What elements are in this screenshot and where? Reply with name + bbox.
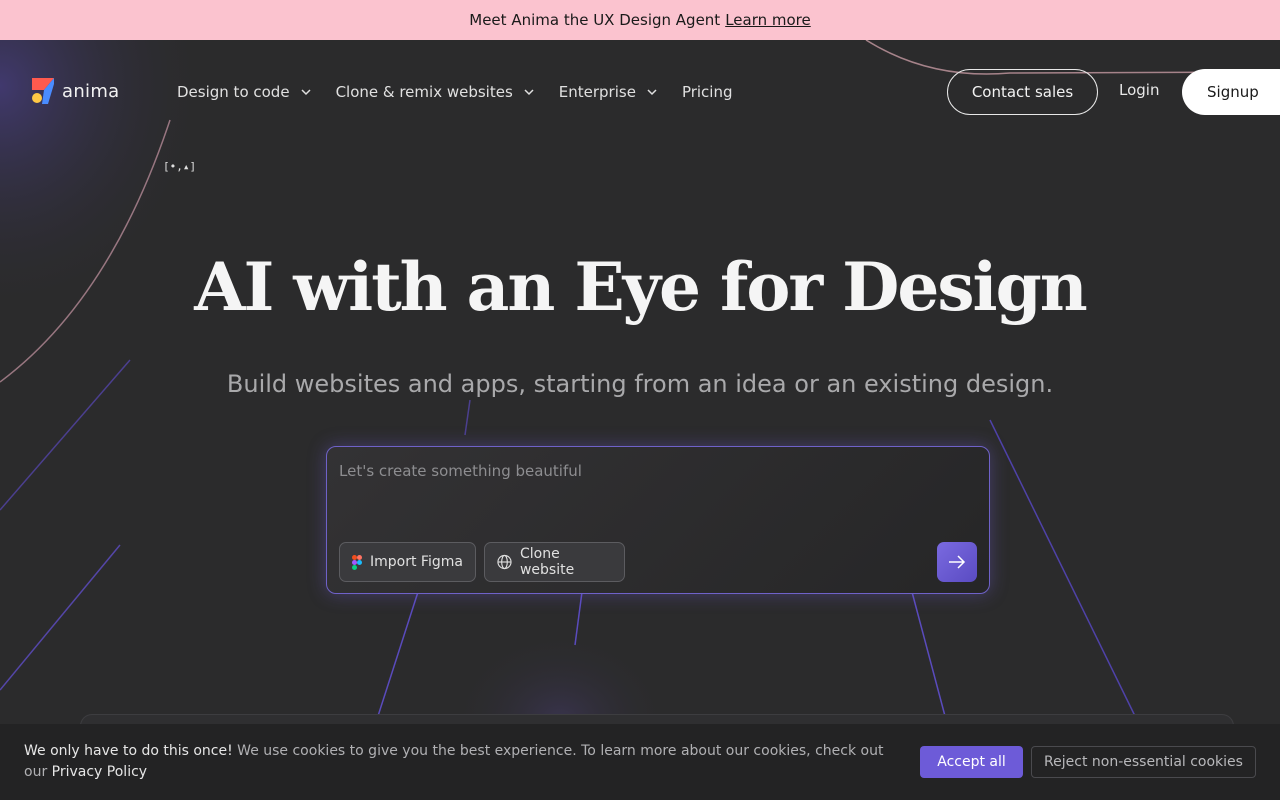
globe-icon [497,554,512,570]
signup-button[interactable]: Signup [1182,69,1280,115]
cookie-message: We only have to do this once! We use coo… [24,741,894,783]
top-navigation: anima Design to code Clone & remix websi… [0,40,1280,144]
nav-item-label: Enterprise [558,83,636,101]
nav-menu: Design to code Clone & remix websites En… [177,80,733,104]
nav-item-design-to-code[interactable]: Design to code [177,80,336,104]
nav-item-label: Design to code [177,83,290,101]
learn-more-link[interactable]: Learn more [725,11,811,29]
anima-logo[interactable]: anima [32,78,120,104]
clone-website-button[interactable]: Clone website [484,542,625,582]
background-decoration [0,40,1280,800]
chevron-down-icon [524,89,534,96]
prompt-box: Import Figma Clone website [326,446,990,594]
import-figma-label: Import Figma [370,554,463,570]
nav-item-label: Clone & remix websites [335,83,513,101]
figma-icon [352,554,362,570]
anima-logo-icon [32,78,54,104]
hero-title: AI with an Eye for Design [194,248,1088,326]
import-figma-button[interactable]: Import Figma [339,542,476,582]
announcement-banner: Meet Anima the UX Design Agent Learn mor… [0,0,1280,40]
arrow-right-icon [949,555,966,569]
nav-item-pricing[interactable]: Pricing [682,80,733,104]
send-button[interactable] [937,542,977,582]
contact-sales-button[interactable]: Contact sales [947,69,1098,115]
accept-all-button[interactable]: Accept all [920,746,1023,778]
chevron-down-icon [647,89,657,96]
hero-subtitle: Build websites and apps, starting from a… [226,370,1054,398]
cookie-lead: We only have to do this once! [24,743,233,759]
clone-website-label: Clone website [519,546,575,578]
chevron-down-icon [301,89,311,96]
nav-item-label: Pricing [681,83,733,101]
mascot-face: [•‚▴] [163,160,197,173]
privacy-policy-link[interactable]: Privacy Policy [52,764,147,780]
logo-wordmark: anima [62,80,120,102]
login-button[interactable]: Login [1119,81,1159,99]
nav-item-enterprise[interactable]: Enterprise [559,80,682,104]
banner-text: Meet Anima the UX Design Agent [469,11,721,29]
cookie-banner: We only have to do this once! We use coo… [0,724,1280,800]
reject-cookies-button[interactable]: Reject non-essential cookies [1031,746,1256,778]
nav-item-clone-remix[interactable]: Clone & remix websites [336,80,559,104]
prompt-input[interactable] [339,459,939,483]
